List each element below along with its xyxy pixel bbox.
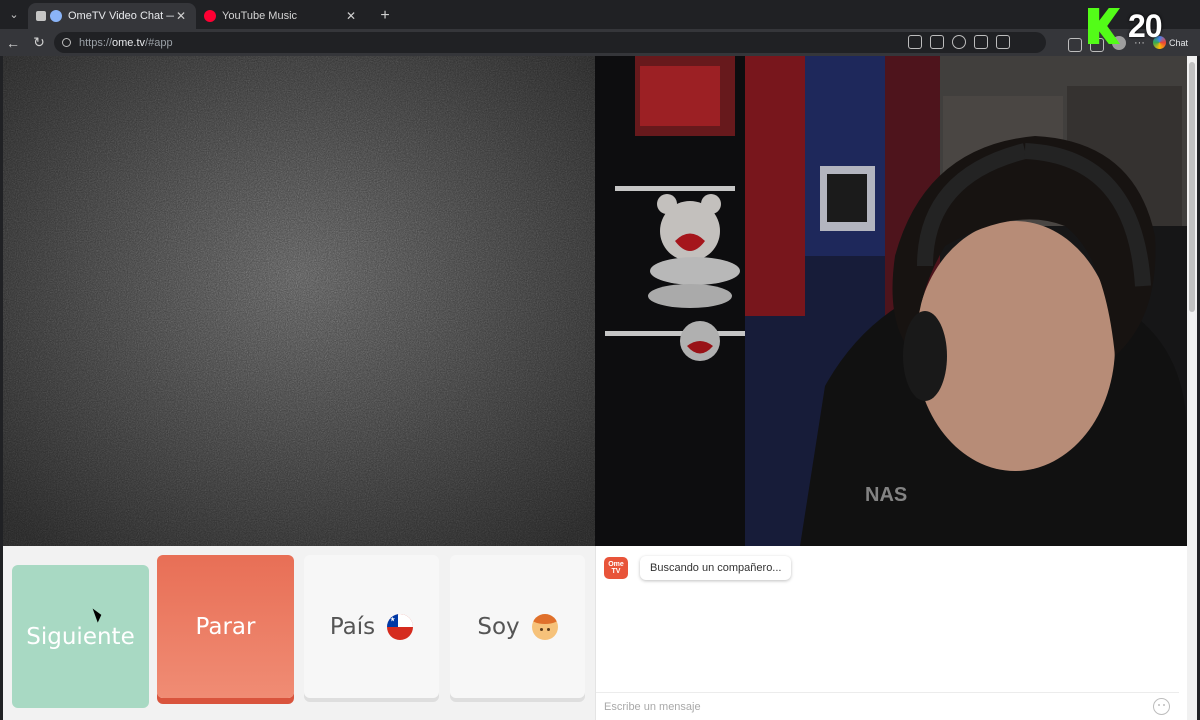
more-options-icon[interactable]	[952, 35, 966, 49]
tab-youtube-music[interactable]: YouTube Music ✕	[196, 3, 366, 29]
partner-video	[3, 56, 595, 546]
tab-search-chevron-icon[interactable]: ⌄	[0, 0, 28, 29]
webcam-scene-image: NAS	[595, 56, 1187, 546]
site-info-icon[interactable]	[62, 38, 71, 47]
browser-tab-bar: ⌄ OmeTV Video Chat — Omegl ✕ YouTube Mus…	[0, 0, 1200, 29]
scrollbar-thumb[interactable]	[1189, 62, 1195, 312]
new-tab-button[interactable]: +	[372, 3, 398, 29]
gender-button[interactable]: Soy	[450, 555, 585, 698]
address-url: https://ome.tv/#app	[79, 36, 173, 49]
page-scrollbar[interactable]	[1187, 56, 1197, 720]
country-button[interactable]: País	[304, 555, 439, 698]
self-webcam-video: NAS	[595, 56, 1187, 546]
tab-close-icon[interactable]: ✕	[174, 9, 188, 23]
tab-title: YouTube Music	[222, 10, 298, 22]
kick-logo-overlay: 20	[1088, 6, 1178, 46]
ometv-page: NAS Siguiente Parar País Soy Ome TV Busc…	[3, 56, 1197, 720]
chile-flag-icon	[387, 613, 414, 640]
back-arrow-icon[interactable]: ←	[0, 29, 26, 56]
browser-toolbar: ← ↻ https://ome.tv/#app ··· Chat	[0, 29, 1200, 56]
translate-icon[interactable]	[930, 35, 944, 49]
message-input[interactable]	[604, 700, 1153, 713]
tab-close-icon[interactable]: ✕	[344, 9, 358, 23]
static-noise-image	[3, 56, 595, 546]
kick-logo-icon	[1088, 8, 1120, 44]
reload-icon[interactable]: ↻	[26, 29, 52, 56]
text-chat-panel: Ome TV Buscando un compañero...	[595, 546, 1179, 720]
boy-emoji-icon	[531, 613, 558, 640]
kick-number: 20	[1128, 7, 1163, 44]
camera-icon[interactable]	[996, 35, 1010, 49]
bookmark-star-icon[interactable]	[974, 35, 988, 49]
tab-favicon-ometv-icon	[50, 10, 62, 22]
ometv-logo-icon: Ome TV	[604, 557, 628, 579]
status-bubble: Buscando un compañero...	[640, 556, 792, 580]
tab-favicon-youtube-music-icon	[204, 10, 216, 22]
next-button[interactable]: Siguiente	[12, 565, 149, 708]
message-input-bar	[596, 692, 1179, 720]
chat-controls: Siguiente Parar País Soy	[3, 546, 595, 720]
tab-ometv[interactable]: OmeTV Video Chat — Omegl ✕	[28, 3, 196, 29]
apps-icon[interactable]	[908, 35, 922, 49]
system-message: Ome TV Buscando un compañero...	[604, 556, 792, 580]
address-bar-actions	[908, 31, 1010, 49]
address-bar[interactable]: https://ome.tv/#app	[54, 32, 1046, 53]
emoji-smiley-icon[interactable]	[1153, 698, 1170, 715]
extensions-icon[interactable]	[1067, 37, 1082, 52]
tab-title: OmeTV Video Chat — Omegl	[68, 10, 174, 22]
tab-favicon-mail-icon	[36, 11, 46, 21]
stop-button[interactable]: Parar	[157, 555, 294, 698]
